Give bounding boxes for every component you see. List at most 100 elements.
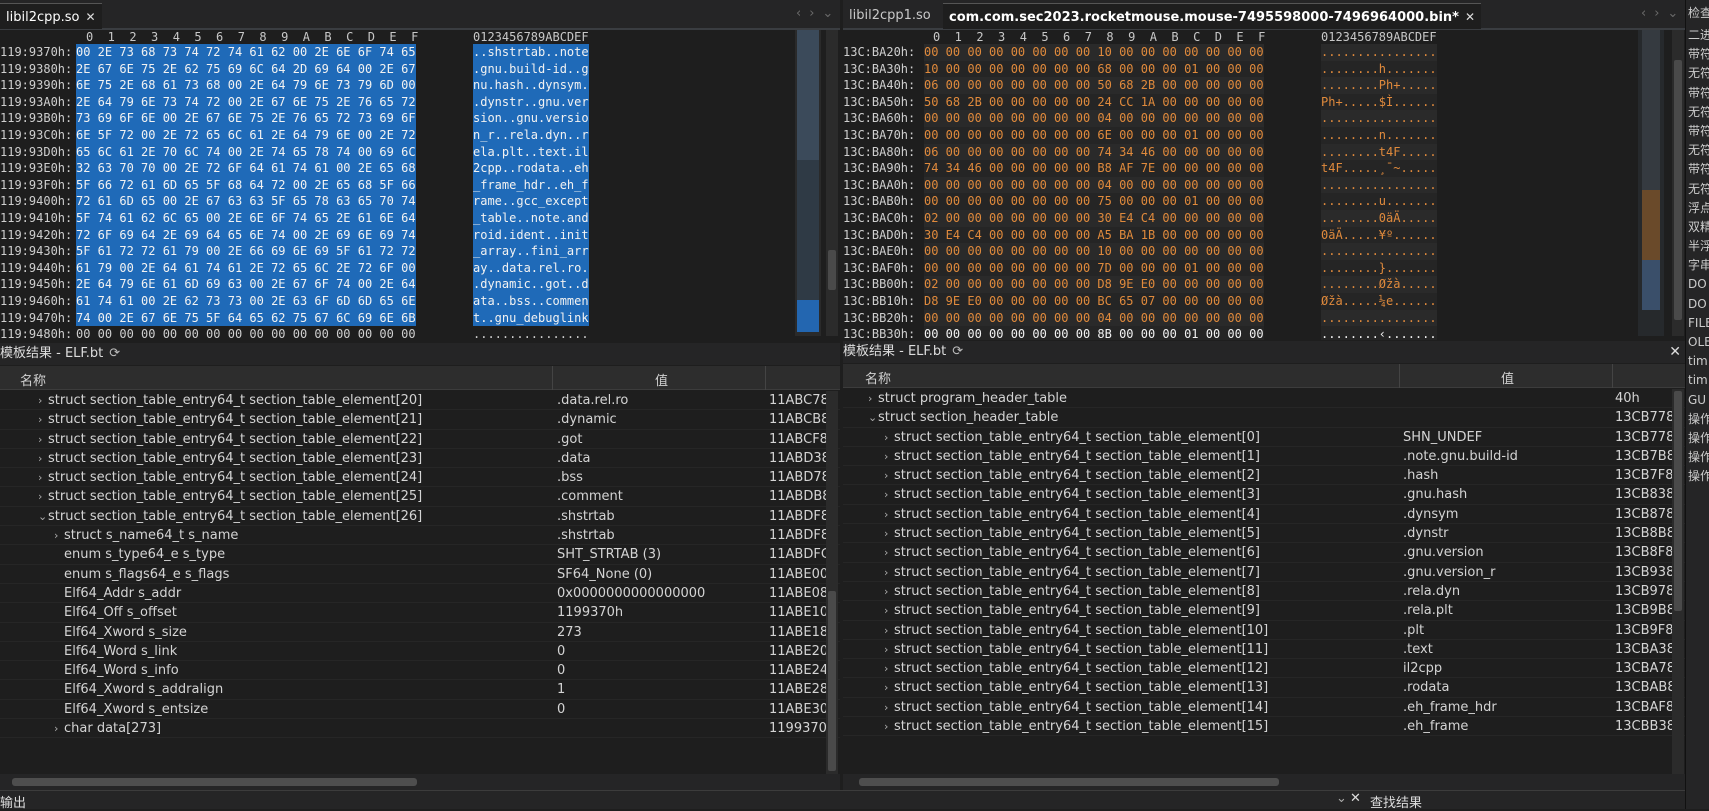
tree-row[interactable]: › struct section_table_entry64_t section_… [843,640,1685,660]
ascii-text[interactable]: .gnu.build-id..g [473,60,589,78]
inspector-item[interactable]: 浮点 [1686,199,1709,218]
ascii-text[interactable]: ay..data.rel.ro. [473,259,589,277]
inspector-item[interactable]: DO [1686,295,1709,314]
tree-row[interactable]: › struct section_table_entry64_t section_… [843,601,1685,621]
hex-bytes[interactable]: 2E 64 79 6E 73 74 72 00 2E 67 6E 75 2E 7… [76,93,416,111]
tree-row[interactable]: › char data[273] 1199370h [0,719,840,739]
chevron-down-icon[interactable]: ⌄ [868,408,877,427]
hex-bytes[interactable]: 61 79 00 2E 64 61 74 61 2E 72 65 6C 2E 7… [76,259,416,277]
hex-bytes[interactable]: 00 00 00 00 00 00 00 00 10 00 00 00 00 0… [924,44,1264,61]
hex-bytes[interactable]: 72 6F 69 64 2E 69 64 65 6E 74 00 2E 69 6… [76,226,416,244]
hex-bytes[interactable]: D8 9E E0 00 00 00 00 00 BC 65 07 00 00 0… [924,292,1264,310]
hex-bytes[interactable]: 00 2E 73 68 73 74 72 74 61 62 00 2E 6E 6… [76,44,416,61]
tree-row[interactable]: › struct section_table_entry64_t section_… [0,391,840,411]
chevron-down-icon[interactable]: ⌄ [38,507,47,526]
tree-row[interactable]: › struct section_table_entry64_t section_… [843,621,1685,640]
hex-bytes[interactable]: 00 00 00 00 00 00 00 00 00 00 00 00 00 0… [76,326,416,340]
hex-bytes[interactable]: 73 69 6F 6E 00 2E 67 6E 75 2E 76 65 72 7… [76,110,416,127]
ascii-text[interactable]: ela.plt..text.il [473,143,589,161]
ascii-text[interactable]: .dynstr..gnu.ver [473,93,589,111]
chevron-right-icon[interactable]: › [38,391,42,410]
inspector-item[interactable]: 带符 [1686,45,1709,64]
tree-row[interactable]: › struct section_table_entry64_t section_… [843,466,1685,486]
chevron-right-icon[interactable]: › [38,410,42,429]
ascii-text[interactable]: Ph+.....$Ì...... [1321,93,1437,111]
hex-bytes[interactable]: 06 00 00 00 00 00 00 00 50 68 2B 00 00 0… [924,77,1264,94]
inspector-item[interactable]: 字串 [1686,256,1709,275]
chevron-right-icon[interactable]: › [54,526,58,545]
find-results-tab[interactable]: 查找结果 [1370,792,1422,811]
ascii-text[interactable]: ........u....... [1321,193,1437,210]
inspector-item[interactable]: 带符 [1686,160,1709,179]
tab-nav-arrows-icon[interactable]: ‹›⌄ [796,6,840,21]
close-icon[interactable]: ✕ [1350,791,1361,806]
hex-bytes[interactable]: 5F 61 72 72 61 79 00 2E 66 69 6E 69 5F 6… [76,243,416,260]
ascii-text[interactable]: ................ [1321,44,1437,61]
tree-row[interactable]: Elf64_Xword s_size 273 11ABE18 [0,623,840,642]
chevron-right-icon[interactable]: › [884,505,888,524]
hex-bytes[interactable]: 00 00 00 00 00 00 00 00 7D 00 00 00 01 0… [924,259,1264,277]
close-panel-icon[interactable]: ✕ [1669,341,1681,363]
ascii-text[interactable]: ................ [1321,176,1437,194]
hex-view[interactable]: 119:9370h: 00 2E 73 68 73 74 72 74 61 62 … [0,44,800,340]
ascii-text[interactable]: ........}....... [1321,259,1437,277]
inspector-item[interactable]: DO [1686,275,1709,294]
inspector-item[interactable]: 操作 [1686,448,1709,467]
inspector-item[interactable]: 双精 [1686,218,1709,237]
ascii-text[interactable]: 0äÄ.....¥º...... [1321,226,1437,244]
tree-row[interactable]: › struct section_table_entry64_t section_… [843,485,1685,505]
chevron-right-icon[interactable]: › [884,524,888,543]
ascii-text[interactable]: _table..note.and [473,209,589,227]
inspector-item[interactable]: 操作 [1686,467,1709,486]
inspector-item[interactable]: 二进 [1686,26,1709,45]
template-vertical-scrollbar[interactable] [1672,389,1684,774]
chevron-right-icon[interactable]: › [884,582,888,601]
hex-bytes[interactable]: 00 00 00 00 00 00 00 00 04 00 00 00 00 0… [924,309,1264,327]
chevron-right-icon[interactable]: › [884,698,888,717]
inspector-item[interactable]: 操作 [1686,429,1709,448]
tree-row[interactable]: Elf64_Addr s_addr 0x0000000000000000 11ABE… [0,584,840,604]
tree-row[interactable]: › struct section_table_entry64_t section_… [843,543,1685,563]
ascii-text[interactable]: sion..gnu.versio [473,110,589,127]
tree-row[interactable]: › struct section_table_entry64_t section_… [0,430,840,449]
chevron-right-icon[interactable]: › [54,719,58,738]
chevron-down-icon[interactable]: ⌄ [1336,791,1347,806]
tree-row[interactable]: Elf64_Xword s_addralign 1 11ABE28 [0,680,840,700]
hex-bytes[interactable]: 02 00 00 00 00 00 00 00 30 E4 C4 00 00 0… [924,209,1264,227]
chevron-right-icon[interactable]: › [38,430,42,449]
tree-row[interactable]: › struct section_table_entry64_t section_… [0,487,840,507]
ascii-text[interactable]: rame..gcc_except [473,193,589,210]
inspector-item[interactable]: 带符 [1686,84,1709,103]
template-tree[interactable]: › struct program_header_table 40h ⌄ struct s… [843,389,1685,774]
ascii-text[interactable]: _frame_hdr..eh_f [473,176,589,194]
inspector-item[interactable]: 无符 [1686,180,1709,199]
hex-bytes[interactable]: 00 00 00 00 00 00 00 00 04 00 00 00 00 0… [924,110,1264,127]
tree-row[interactable]: › struct section_table_entry64_t section_… [0,449,840,469]
column-name[interactable]: 名称 [865,368,891,387]
template-vertical-scrollbar[interactable] [826,391,838,774]
hex-bytes[interactable]: 2E 67 6E 75 2E 62 75 69 6C 64 2D 69 64 0… [76,60,416,78]
tree-row[interactable]: enum s_type64_e s_type SHT_STRTAB (3) 11AB… [0,545,840,565]
ascii-text[interactable]: 2cpp..rodata..eh [473,160,589,177]
inspector-item[interactable]: FILE [1686,314,1709,333]
ascii-text[interactable]: ........t4F..... [1321,143,1437,161]
hex-view[interactable]: 13C:BA20h: 00 00 00 00 00 00 00 00 10 00 … [843,44,1633,340]
chevron-right-icon[interactable]: › [884,640,888,659]
chevron-right-icon[interactable]: › [884,543,888,562]
tab-nav-arrows-icon[interactable]: ‹›⌄ [1641,6,1685,21]
hex-bytes[interactable]: 61 74 61 00 2E 62 73 73 00 2E 63 6F 6D 6… [76,292,416,310]
hex-bytes[interactable]: 5F 66 72 61 6D 65 5F 68 64 72 00 2E 65 6… [76,176,416,194]
inspector-item[interactable]: 无符 [1686,103,1709,122]
inspector-item[interactable]: GU [1686,391,1709,410]
inspector-item[interactable]: 操作 [1686,410,1709,429]
output-tab[interactable]: 输出 [0,792,26,811]
refresh-icon[interactable]: ⟳ [952,344,963,359]
chevron-right-icon[interactable]: › [884,447,888,466]
hex-bytes[interactable]: 00 00 00 00 00 00 00 00 6E 00 00 00 01 0… [924,126,1264,144]
inspector-list[interactable]: 二进带符无符带符无符带符无符带符无符浮点双精半浮字串DODOFILEOLEtim… [1686,26,1709,487]
chevron-right-icon[interactable]: › [884,678,888,697]
tree-row[interactable]: ⌄ struct section_header_table 13CB778 [843,408,1685,428]
ascii-text[interactable]: ................ [1321,243,1437,260]
tab-libil2cpp1[interactable]: libil2cpp1.so [843,3,937,29]
chevron-right-icon[interactable]: › [884,428,888,447]
